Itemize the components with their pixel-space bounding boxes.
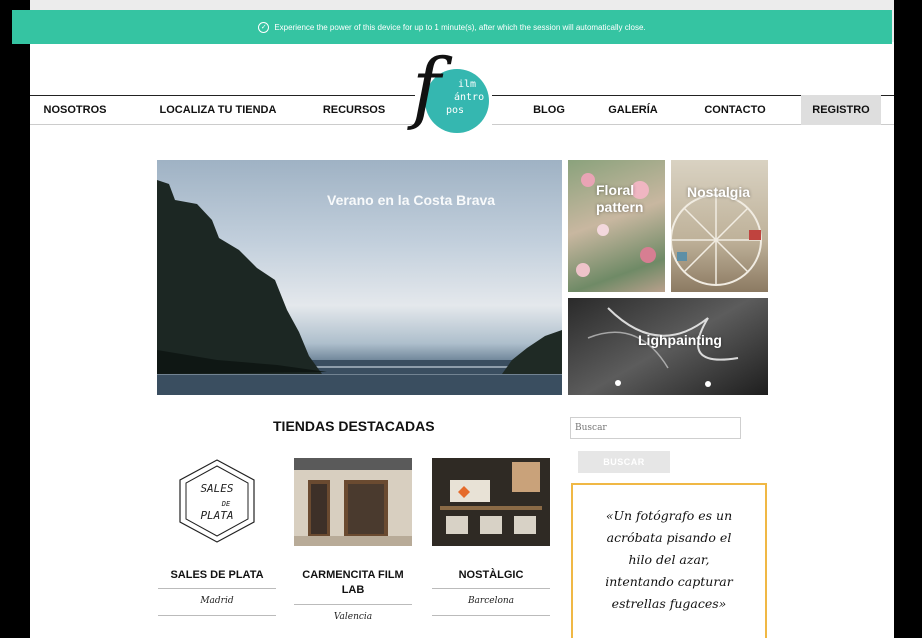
store-city: Madrid — [200, 596, 234, 606]
check-circle-icon: ✓ — [258, 21, 270, 33]
store-name[interactable]: NOSTÀLGIC — [432, 568, 550, 583]
hero-title: Verano en la Costa Brava — [327, 192, 496, 208]
store-divider — [158, 615, 276, 616]
logo-text-line-3: pos — [446, 105, 465, 116]
session-banner: ✓ Experience the power of this device fo… — [12, 10, 892, 44]
nav-item-localiza-tu-tienda[interactable]: LOCALIZA TU TIENDA — [148, 95, 288, 125]
storefront-image — [294, 458, 412, 546]
store-logo-line: PLATA — [200, 509, 233, 522]
logo-text-line-2: ántro — [454, 92, 485, 103]
store-logo-line: SALES — [200, 482, 233, 495]
logo-text-line-1: ilm — [458, 79, 477, 90]
ferris-wheel-image — [671, 194, 762, 286]
store-name[interactable]: SALES DE PLATA — [158, 568, 276, 583]
nav-item-galeria[interactable]: GALERÍA — [600, 95, 666, 125]
store-divider — [294, 604, 412, 605]
tile-title: Lighpainting — [638, 332, 722, 348]
tile-title: Nostalgia — [687, 184, 751, 200]
quote-text: «Un fotógrafo es un acróbata pisando el … — [605, 508, 733, 611]
sales-de-plata-logo-image: SALES DE PLATA — [179, 459, 255, 543]
search-button[interactable]: BUSCAR — [578, 451, 670, 473]
store-logo-line: DE — [221, 500, 231, 508]
nav-item-nosotros[interactable]: NOSOTROS — [30, 95, 120, 125]
store-divider — [158, 588, 276, 589]
tile-lighpainting[interactable]: Lighpainting — [568, 298, 768, 395]
store-logo: SALES DE PLATA — [158, 458, 276, 546]
site-logo[interactable]: ilm ántro pos f — [410, 49, 492, 151]
quote-box: «Un fotógrafo es un acróbata pisando el … — [571, 483, 767, 638]
hero-banner[interactable]: Verano en la Costa Brava — [157, 160, 562, 395]
store-photo — [432, 458, 550, 546]
nav-item-contacto[interactable]: CONTACTO — [690, 95, 780, 125]
nav-item-blog[interactable]: BLOG — [527, 95, 571, 125]
nav-item-registro[interactable]: REGISTRO — [801, 95, 881, 125]
shop-interior-image — [432, 458, 550, 546]
tile-nostalgia[interactable]: Nostalgia — [671, 160, 768, 292]
flowers-image — [576, 173, 656, 277]
store-divider — [432, 588, 550, 589]
search-input[interactable] — [570, 417, 741, 439]
store-city: Valencia — [333, 612, 373, 622]
logo-f-glyph: f — [412, 43, 441, 133]
featured-stores-title: TIENDAS DESTACADAS — [273, 418, 435, 434]
session-message: Experience the power of this device for … — [274, 22, 646, 32]
store-photo — [294, 458, 412, 546]
nav-item-recursos[interactable]: RECURSOS — [315, 95, 393, 125]
store-name[interactable]: CARMENCITA FILM LAB — [294, 568, 412, 598]
store-city: Barcelona — [467, 596, 515, 606]
tile-title: Floral pattern — [596, 182, 644, 215]
browser-viewport: NOSOTROS LOCALIZA TU TIENDA RECURSOS BLO… — [30, 0, 894, 638]
tile-floral-pattern[interactable]: Floral pattern — [568, 160, 665, 292]
store-divider — [432, 615, 550, 616]
